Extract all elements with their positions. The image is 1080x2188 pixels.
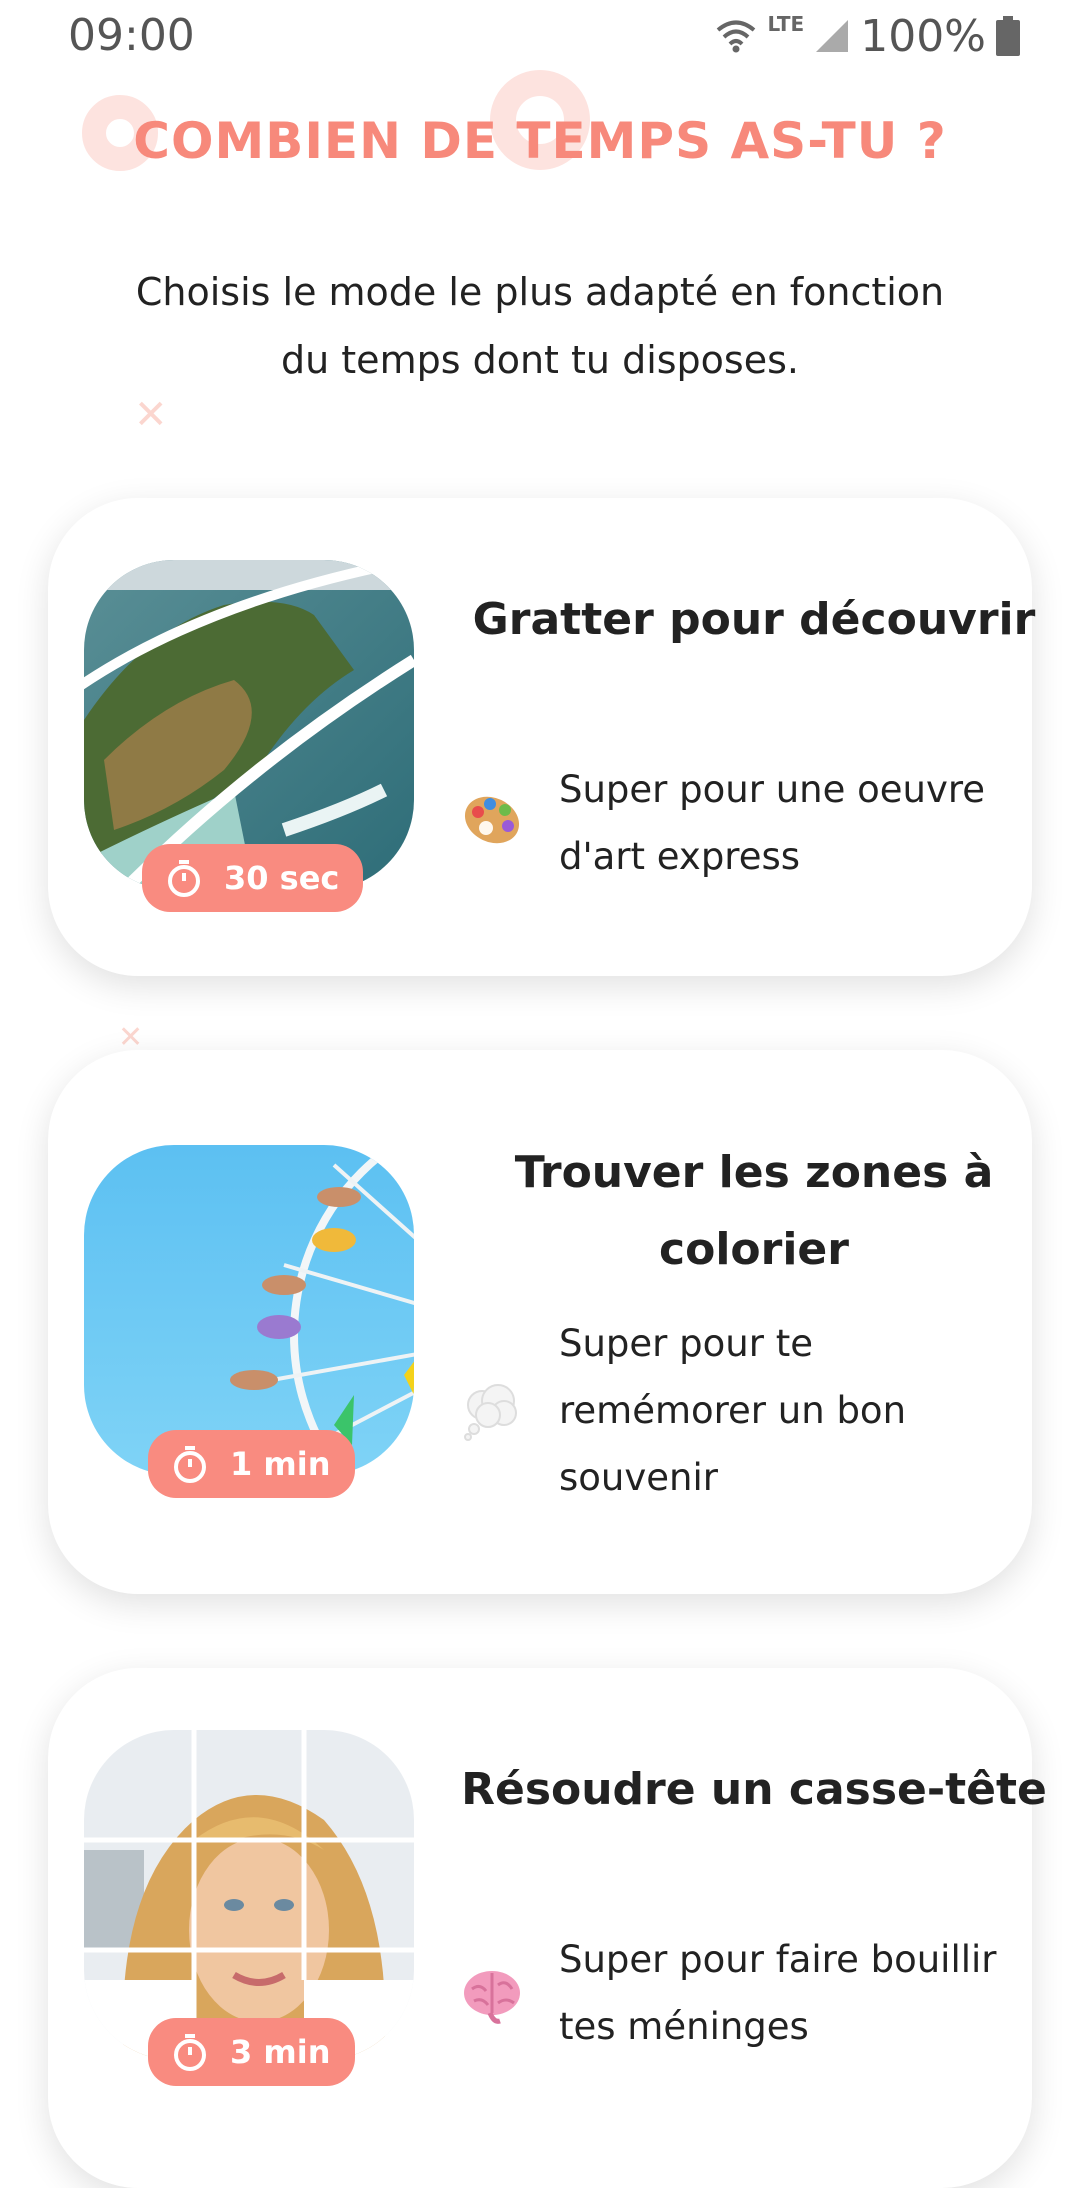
duration-badge: 1 min [148, 1430, 355, 1498]
mode-card-puzzle[interactable]: 3 min Résoudre un casse-tête Super pour … [48, 1668, 1047, 2188]
mode-image-portrait [84, 1730, 414, 2060]
timer-icon [168, 860, 200, 897]
decor-cross: ✕ [134, 392, 168, 438]
timer-icon [174, 2034, 206, 2071]
network-type: LTE [767, 12, 805, 36]
status-time: 09:00 [68, 10, 195, 61]
timer-icon [174, 1446, 206, 1483]
status-icons: LTE 100% [715, 10, 1020, 62]
mode-card-coloring[interactable]: 1 min Trouver les zones à colorier Super… [48, 1050, 1032, 1594]
mode-title: Résoudre un casse-tête [461, 1764, 1047, 1815]
status-bar: 09:00 LTE 100% [0, 0, 1080, 70]
battery-level: 100% [860, 10, 986, 62]
mode-description: Super pour une oeuvre d'art express [559, 768, 986, 878]
brain-icon [464, 1971, 520, 2024]
mode-description: Super pour te remémorer un bon souvenir [559, 1322, 907, 1499]
duration-label: 1 min [230, 1445, 331, 1483]
battery-icon [996, 16, 1020, 56]
duration-badge: 30 sec [142, 844, 364, 912]
signal-icon [816, 20, 849, 52]
mode-image-coast [84, 560, 414, 890]
mode-card-scratch[interactable]: 30 sec Gratter pour découvrir Super pour… [48, 498, 1035, 976]
thought-bubble-icon [464, 1384, 517, 1441]
page-title: COMBIEN DE TEMPS AS-TU ? [133, 112, 947, 170]
palette-icon [464, 796, 520, 844]
mode-description: Super pour faire bouillir tes méninges [559, 1938, 997, 2048]
duration-label: 30 sec [224, 859, 340, 897]
page-subtitle: Choisis le mode le plus adapté en foncti… [135, 270, 945, 382]
wifi-icon [717, 20, 756, 53]
mode-title: Trouver les zones à colorier [514, 1147, 994, 1275]
duration-badge: 3 min [148, 2018, 355, 2086]
duration-label: 3 min [230, 2033, 331, 2071]
mode-title: Gratter pour découvrir [472, 594, 1036, 645]
mode-image-ferris-wheel [84, 1145, 414, 1475]
